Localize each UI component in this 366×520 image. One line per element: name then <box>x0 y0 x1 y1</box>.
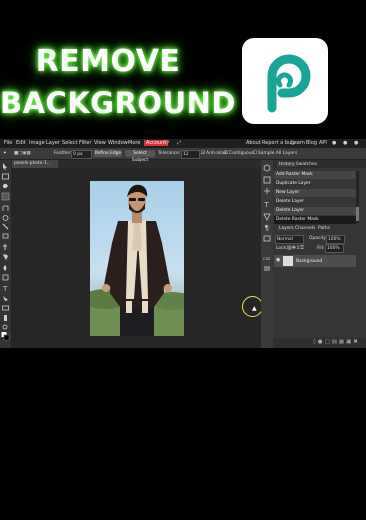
twitter-icon[interactable]: ● <box>343 140 347 146</box>
menu-blog[interactable]: Blog <box>306 140 317 146</box>
facebook-icon[interactable]: ● <box>354 140 358 146</box>
headline-line-1: REMOVE <box>35 44 181 79</box>
tools-panel: T <box>0 160 11 348</box>
history-item[interactable]: New Layer <box>274 189 356 197</box>
mouse-pointer-icon: ▲ <box>252 305 257 312</box>
document-tab[interactable]: pexels-photo-1... <box>12 160 58 168</box>
feather-label: Feather: <box>54 151 73 156</box>
menu-more[interactable]: More <box>128 140 140 146</box>
menu-bar: File Edit Image Layer Select Filter View… <box>0 139 366 148</box>
tab-history[interactable]: History <box>277 162 297 167</box>
select-subject-button[interactable]: Select Subject <box>125 150 155 163</box>
svg-text:T: T <box>2 285 8 293</box>
menu-filter[interactable]: Filter <box>79 140 91 146</box>
history-item[interactable]: Add Raster Mask <box>274 171 356 179</box>
panel-toggle-icons[interactable]: T ¶ CSS <box>261 160 273 348</box>
eye-icon[interactable]: ◉ <box>276 257 280 263</box>
lock-icons[interactable]: ▧✚↕⚿ <box>287 245 304 251</box>
panel-icon-strip: T ¶ CSS <box>261 160 273 348</box>
layer-name[interactable]: Background <box>296 259 322 264</box>
contiguous-checkbox[interactable]: ☑ <box>224 151 228 156</box>
fill-label: Fill: <box>317 246 325 251</box>
fill-input[interactable]: 100% <box>325 244 344 253</box>
document-photo[interactable] <box>90 181 184 336</box>
menu-layer[interactable]: Layer <box>46 140 60 146</box>
anti-alias-checkbox[interactable]: ☑ <box>201 151 205 156</box>
menu-window[interactable]: Window <box>108 140 128 146</box>
menu-report-bug[interactable]: Report a bug <box>262 140 294 146</box>
tab-channels[interactable]: Channels <box>295 226 315 231</box>
tab-swatches[interactable]: Swatches <box>296 162 317 167</box>
photopea-logo-icon <box>242 38 328 124</box>
menu-edit[interactable]: Edit <box>16 140 26 146</box>
feather-input[interactable]: 0 px <box>71 150 92 159</box>
layer-thumbnail <box>283 256 293 266</box>
history-item[interactable]: Duplicate Layer <box>274 180 356 188</box>
opacity-label: Opacity: <box>309 236 328 241</box>
menu-learn[interactable]: Learn <box>291 140 305 146</box>
menu-about[interactable]: About <box>246 140 261 146</box>
menu-select[interactable]: Select <box>62 140 77 146</box>
menu-file[interactable]: File <box>4 140 12 146</box>
selection-mode-icons[interactable]: ■□▣▩ <box>14 151 31 156</box>
refine-edge-button[interactable]: Refine Edge <box>94 150 122 157</box>
headline-line-2: BACKGROUND <box>0 86 236 120</box>
history-item[interactable]: Delete Layer <box>274 207 356 215</box>
tab-paths[interactable]: Paths <box>318 226 330 231</box>
svg-text:¶: ¶ <box>265 224 269 232</box>
menu-image[interactable]: Image <box>29 140 45 146</box>
history-item-selected[interactable]: Delete Raster Mask <box>274 216 356 224</box>
svg-text:CSS: CSS <box>263 256 271 261</box>
magic-wand-icon[interactable]: ✦ <box>3 151 7 156</box>
tool-icons[interactable]: T <box>0 160 11 348</box>
tolerance-input[interactable]: 12 <box>181 150 200 159</box>
lock-label: Lock: <box>276 246 288 251</box>
tool-options-bar: ✦ ■□▣▩ Feather: 0 px Refine Edge Select … <box>0 148 366 163</box>
reddit-icon[interactable]: ● <box>332 140 336 146</box>
layer-action-icons[interactable]: ◊●□▤▦▣✖ <box>313 339 360 345</box>
contiguous-label: Contiguous <box>229 151 254 156</box>
history-item[interactable]: Delete Layer <box>274 198 356 206</box>
tab-layers[interactable]: Layers <box>277 226 296 231</box>
photopea-window: File Edit Image Layer Select Filter View… <box>0 139 366 348</box>
tolerance-label: Tolerance: <box>158 151 181 156</box>
svg-text:T: T <box>264 201 270 209</box>
fullscreen-icon[interactable]: ⤢ <box>177 140 181 146</box>
opacity-input[interactable]: 100% <box>326 235 345 244</box>
sample-all-label: Sample All Layers <box>258 151 298 156</box>
menu-api[interactable]: API <box>319 140 327 146</box>
menu-view[interactable]: View <box>94 140 106 146</box>
blend-mode-select[interactable]: Normal <box>275 235 304 244</box>
sample-all-checkbox[interactable]: ☐ <box>253 151 257 156</box>
menu-account[interactable]: Account <box>144 140 169 146</box>
layers-footer: ◊●□▤▦▣✖ <box>273 338 366 348</box>
search-icon[interactable]: ⚲ <box>166 140 170 146</box>
history-scroll-thumb[interactable] <box>356 207 359 221</box>
